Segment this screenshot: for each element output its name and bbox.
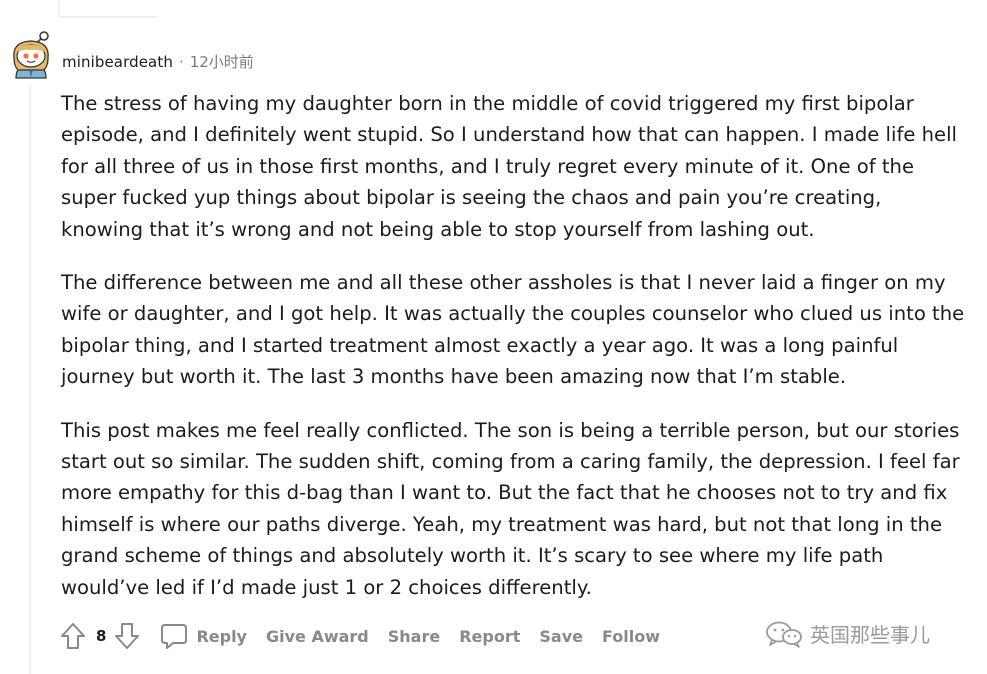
reply-button[interactable]: Reply [160, 622, 247, 650]
watermark: 英国那些事儿 [764, 619, 930, 648]
avatar[interactable] [8, 30, 54, 80]
speech-bubble-icon [161, 624, 188, 649]
thread-collapse-line[interactable] [29, 84, 31, 674]
wechat-logo-icon [766, 621, 802, 648]
comment-body: The stress of having my daughter born in… [61, 88, 966, 625]
reply-label: Reply [196, 626, 247, 646]
comment-paragraph-3: This post makes me feel really conflicte… [61, 418, 960, 599]
save-button[interactable]: Save [539, 627, 583, 646]
watermark-text: 英国那些事儿 [810, 623, 930, 647]
downvote-arrow-icon[interactable] [112, 621, 142, 651]
timestamp[interactable]: 12小时前 [190, 51, 254, 72]
follow-button[interactable]: Follow [602, 627, 660, 646]
comment-meta: minibeardeath · 12小时前 [62, 51, 254, 72]
share-button[interactable]: Share [388, 627, 440, 646]
vote-control: 8 [58, 621, 142, 651]
report-button[interactable]: Report [459, 627, 520, 646]
comment-paragraph-1: The stress of having my daughter born in… [61, 92, 957, 241]
thread-line-stub [58, 16, 158, 18]
comment-action-bar: 8 Reply Give Award Share Report Save Fol… [58, 618, 679, 654]
upvote-arrow-icon[interactable] [58, 621, 88, 651]
comment-paragraph-2: The difference between me and all these … [61, 271, 965, 389]
vote-score: 8 [96, 627, 107, 645]
snoo-avatar-icon [13, 31, 49, 79]
meta-separator: · [178, 52, 184, 71]
username-link[interactable]: minibeardeath [62, 53, 173, 71]
give-award-button[interactable]: Give Award [266, 627, 369, 646]
